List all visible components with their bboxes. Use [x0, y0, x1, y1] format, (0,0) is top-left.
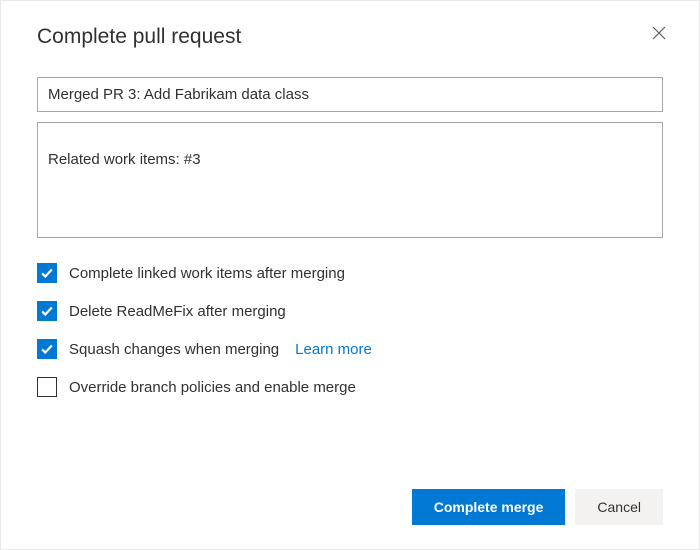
checkbox-override-branch-policies[interactable] — [37, 377, 57, 397]
close-icon — [651, 29, 667, 44]
complete-merge-button[interactable]: Complete merge — [412, 489, 566, 525]
cancel-button[interactable]: Cancel — [575, 489, 663, 525]
dialog-title: Complete pull request — [37, 25, 241, 49]
checkbox-squash-changes[interactable] — [37, 339, 57, 359]
checkmark-icon — [40, 304, 54, 318]
merge-options: Complete linked work items after merging… — [37, 263, 663, 397]
checkmark-icon — [40, 342, 54, 356]
dialog-footer: Complete merge Cancel — [412, 489, 663, 525]
checkbox-complete-linked-work-items[interactable] — [37, 263, 57, 283]
checkbox-delete-branch[interactable] — [37, 301, 57, 321]
option-override-branch-policies: Override branch policies and enable merg… — [37, 377, 663, 397]
checkmark-icon — [40, 266, 54, 280]
option-squash-changes: Squash changes when merging Learn more — [37, 339, 663, 359]
option-label[interactable]: Delete ReadMeFix after merging — [69, 303, 286, 320]
merge-commit-description-textarea[interactable] — [37, 122, 663, 238]
option-delete-branch: Delete ReadMeFix after merging — [37, 301, 663, 321]
option-complete-linked-work-items: Complete linked work items after merging — [37, 263, 663, 283]
option-label[interactable]: Complete linked work items after merging — [69, 265, 345, 282]
dialog-header: Complete pull request — [37, 25, 663, 49]
complete-pull-request-dialog: Complete pull request Complete linked wo… — [0, 0, 700, 550]
option-label[interactable]: Squash changes when merging — [69, 341, 279, 358]
close-button[interactable] — [647, 21, 671, 45]
merge-commit-title-input[interactable] — [37, 77, 663, 112]
squash-learn-more-link[interactable]: Learn more — [295, 341, 372, 358]
option-label[interactable]: Override branch policies and enable merg… — [69, 379, 356, 396]
